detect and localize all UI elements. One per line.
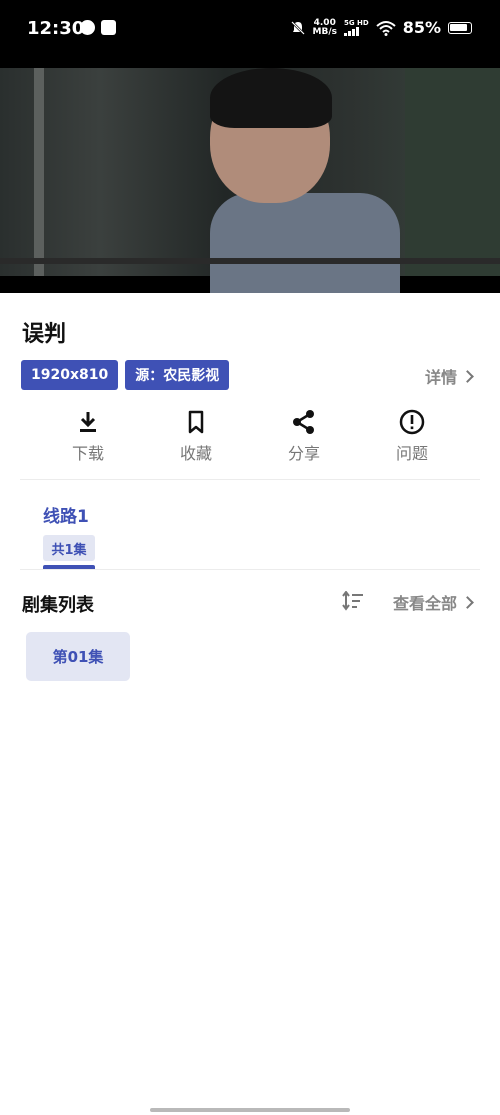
movie-title: 误判 <box>22 322 67 347</box>
details-link[interactable]: 详情 <box>424 364 474 388</box>
alert-icon <box>399 409 425 435</box>
video-player[interactable] <box>0 68 500 293</box>
sort-icon[interactable] <box>342 591 364 611</box>
wifi-icon <box>376 20 396 36</box>
app-notification-icon <box>101 20 116 35</box>
download-button[interactable]: 下载 <box>34 408 142 464</box>
favorite-button[interactable]: 收藏 <box>142 408 250 464</box>
report-problem-button[interactable]: 问题 <box>358 408 466 464</box>
signal-icon <box>343 27 359 36</box>
report-problem-label: 问题 <box>395 444 428 463</box>
view-all-link[interactable]: 查看全部 <box>392 590 474 614</box>
share-label: 分享 <box>287 444 320 463</box>
favorite-label: 收藏 <box>179 444 212 463</box>
divider <box>20 569 480 570</box>
details-label: 详情 <box>424 368 457 387</box>
net-speed-unit: MB/s <box>312 26 337 37</box>
view-all-label: 查看全部 <box>392 594 457 613</box>
mute-bell-icon <box>290 20 305 35</box>
battery-percent: 85% <box>402 18 441 37</box>
wechat-icon <box>80 20 95 35</box>
download-label: 下载 <box>71 444 104 463</box>
resolution-tag: 1920x810 <box>21 360 119 390</box>
chevron-right-icon <box>461 595 474 609</box>
battery-icon <box>448 21 472 34</box>
network-type: 5G HD <box>343 19 369 27</box>
source-line-tab[interactable]: 线路1 共1集 <box>43 502 95 569</box>
share-icon <box>293 410 314 434</box>
bookmark-icon <box>188 410 204 434</box>
episode-list-header: 剧集列表 <box>22 595 94 616</box>
home-indicator[interactable] <box>150 1108 350 1112</box>
episode-button[interactable]: 第01集 <box>26 632 130 681</box>
action-row: 下载 收藏 分享 问题 <box>34 408 466 464</box>
share-button[interactable]: 分享 <box>250 408 358 464</box>
divider <box>20 479 480 480</box>
source-tag: 源：农民影视 <box>125 360 230 390</box>
status-bar: 12:30 4.00 MB/s 5G HD 85% <box>0 0 500 68</box>
download-icon <box>80 412 96 432</box>
source-line-name: 线路1 <box>43 507 89 527</box>
tag-row: 1920x810 源：农民影视 <box>21 360 230 390</box>
source-episode-count: 共1集 <box>43 535 95 561</box>
status-time: 12:30 <box>27 18 85 39</box>
chevron-right-icon <box>461 369 474 383</box>
video-frame[interactable] <box>0 68 500 293</box>
